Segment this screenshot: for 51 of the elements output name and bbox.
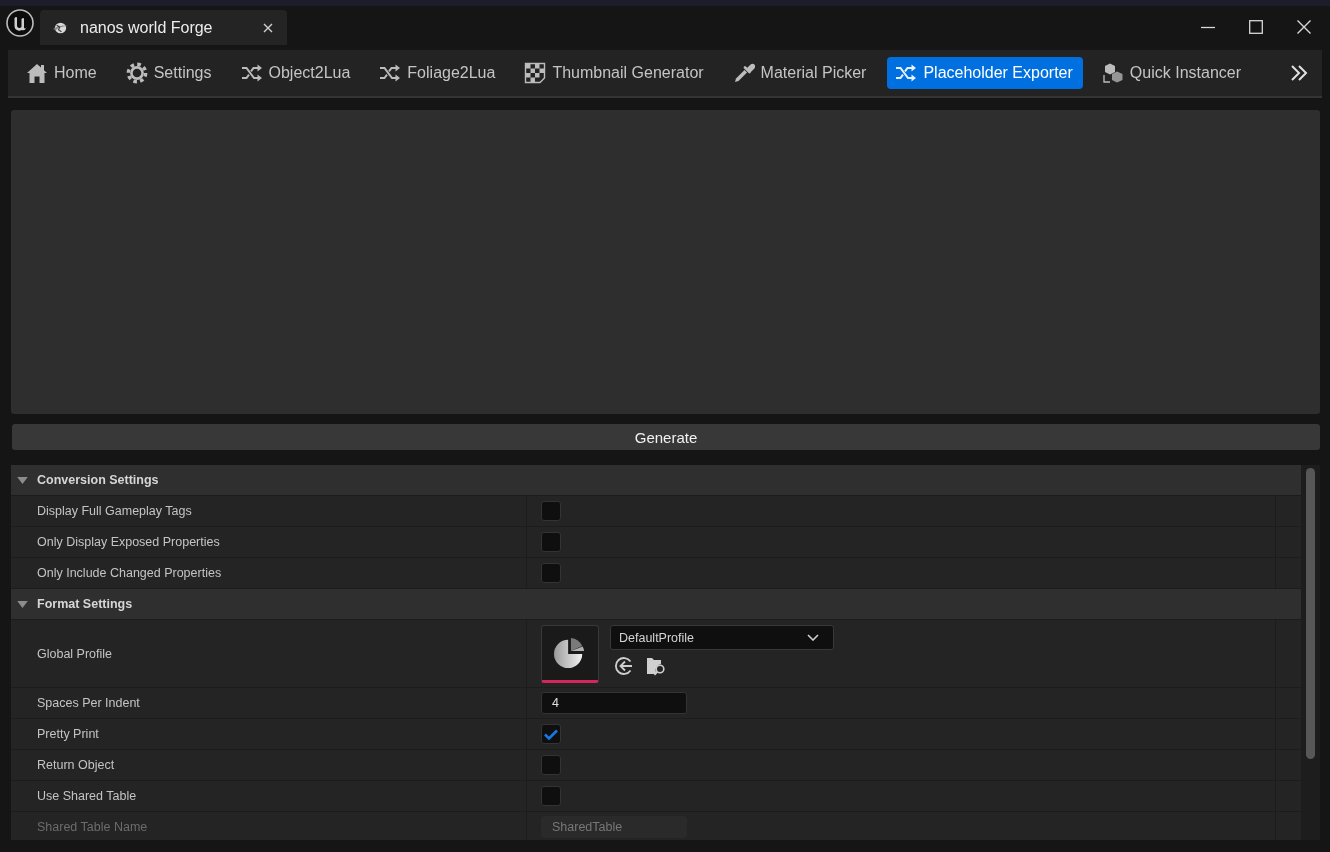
eyedropper-icon xyxy=(732,62,755,84)
toolbar-tab[interactable]: Settings xyxy=(117,57,222,89)
pie-chart-icon xyxy=(554,637,586,669)
asset-thumbnail[interactable] xyxy=(541,625,599,683)
toolbar-tab[interactable]: Placeholder Exporter xyxy=(887,57,1083,89)
scrollbar-track[interactable] xyxy=(1301,465,1320,840)
check-icon xyxy=(544,728,558,740)
checkbox[interactable] xyxy=(541,724,561,744)
toolbar-tab[interactable]: Thumbnail Generator xyxy=(516,57,714,89)
checkbox[interactable] xyxy=(541,786,561,806)
property-label: Pretty Print xyxy=(37,727,99,741)
chevron-double-right-icon[interactable] xyxy=(1290,64,1308,82)
shuffle-arrows-icon xyxy=(240,62,263,84)
checkbox[interactable] xyxy=(541,532,561,552)
property-label: Display Full Gameplay Tags xyxy=(37,504,192,518)
shuffle-arrows-icon xyxy=(379,62,402,84)
generate-button[interactable]: Generate xyxy=(12,424,1320,450)
circle-arrow-left-icon[interactable] xyxy=(614,656,634,676)
property-label: Only Include Changed Properties xyxy=(37,566,222,580)
logo-icon xyxy=(6,9,34,37)
document-tab[interactable]: nanos world Forge xyxy=(40,10,287,45)
shuffle-arrows-icon xyxy=(895,62,918,84)
property-label: Shared Table Name xyxy=(37,820,148,834)
toolbar-tab[interactable]: Quick Instancer xyxy=(1093,57,1251,89)
toolbar-tab[interactable]: Home xyxy=(18,57,107,89)
globe-icon xyxy=(52,21,69,34)
toolbar-tab[interactable]: Material Picker xyxy=(724,57,877,89)
checkbox[interactable] xyxy=(541,501,561,521)
property-label: Return Object xyxy=(37,758,115,772)
scrollbar-thumb[interactable] xyxy=(1306,468,1315,759)
toolbar-tab[interactable]: Foliage2Lua xyxy=(371,57,506,89)
number-field[interactable]: 4 xyxy=(541,692,687,714)
profile-dropdown[interactable]: DefaultProfile xyxy=(610,625,834,650)
checkbox[interactable] xyxy=(541,563,561,583)
property-label: Use Shared Table xyxy=(37,789,137,803)
checkerboard-icon xyxy=(524,62,547,84)
category-header[interactable]: Format Settings xyxy=(11,589,1301,620)
property-label: Global Profile xyxy=(37,646,113,661)
maximize-icon[interactable] xyxy=(1249,20,1263,34)
close-icon[interactable] xyxy=(1297,20,1311,34)
property-label: Only Display Exposed Properties xyxy=(37,535,220,549)
cubes-icon xyxy=(1101,62,1124,84)
property-label: Spaces Per Indent xyxy=(37,696,140,710)
caret-icon xyxy=(807,634,819,641)
folder-search-icon[interactable] xyxy=(646,656,666,676)
close-icon[interactable] xyxy=(263,22,273,33)
toolbar-tab[interactable]: Object2Lua xyxy=(232,57,361,89)
home-icon xyxy=(26,62,48,84)
checkbox[interactable] xyxy=(541,755,561,775)
gear-icon xyxy=(125,62,148,84)
category-header[interactable]: Conversion Settings xyxy=(11,465,1301,496)
